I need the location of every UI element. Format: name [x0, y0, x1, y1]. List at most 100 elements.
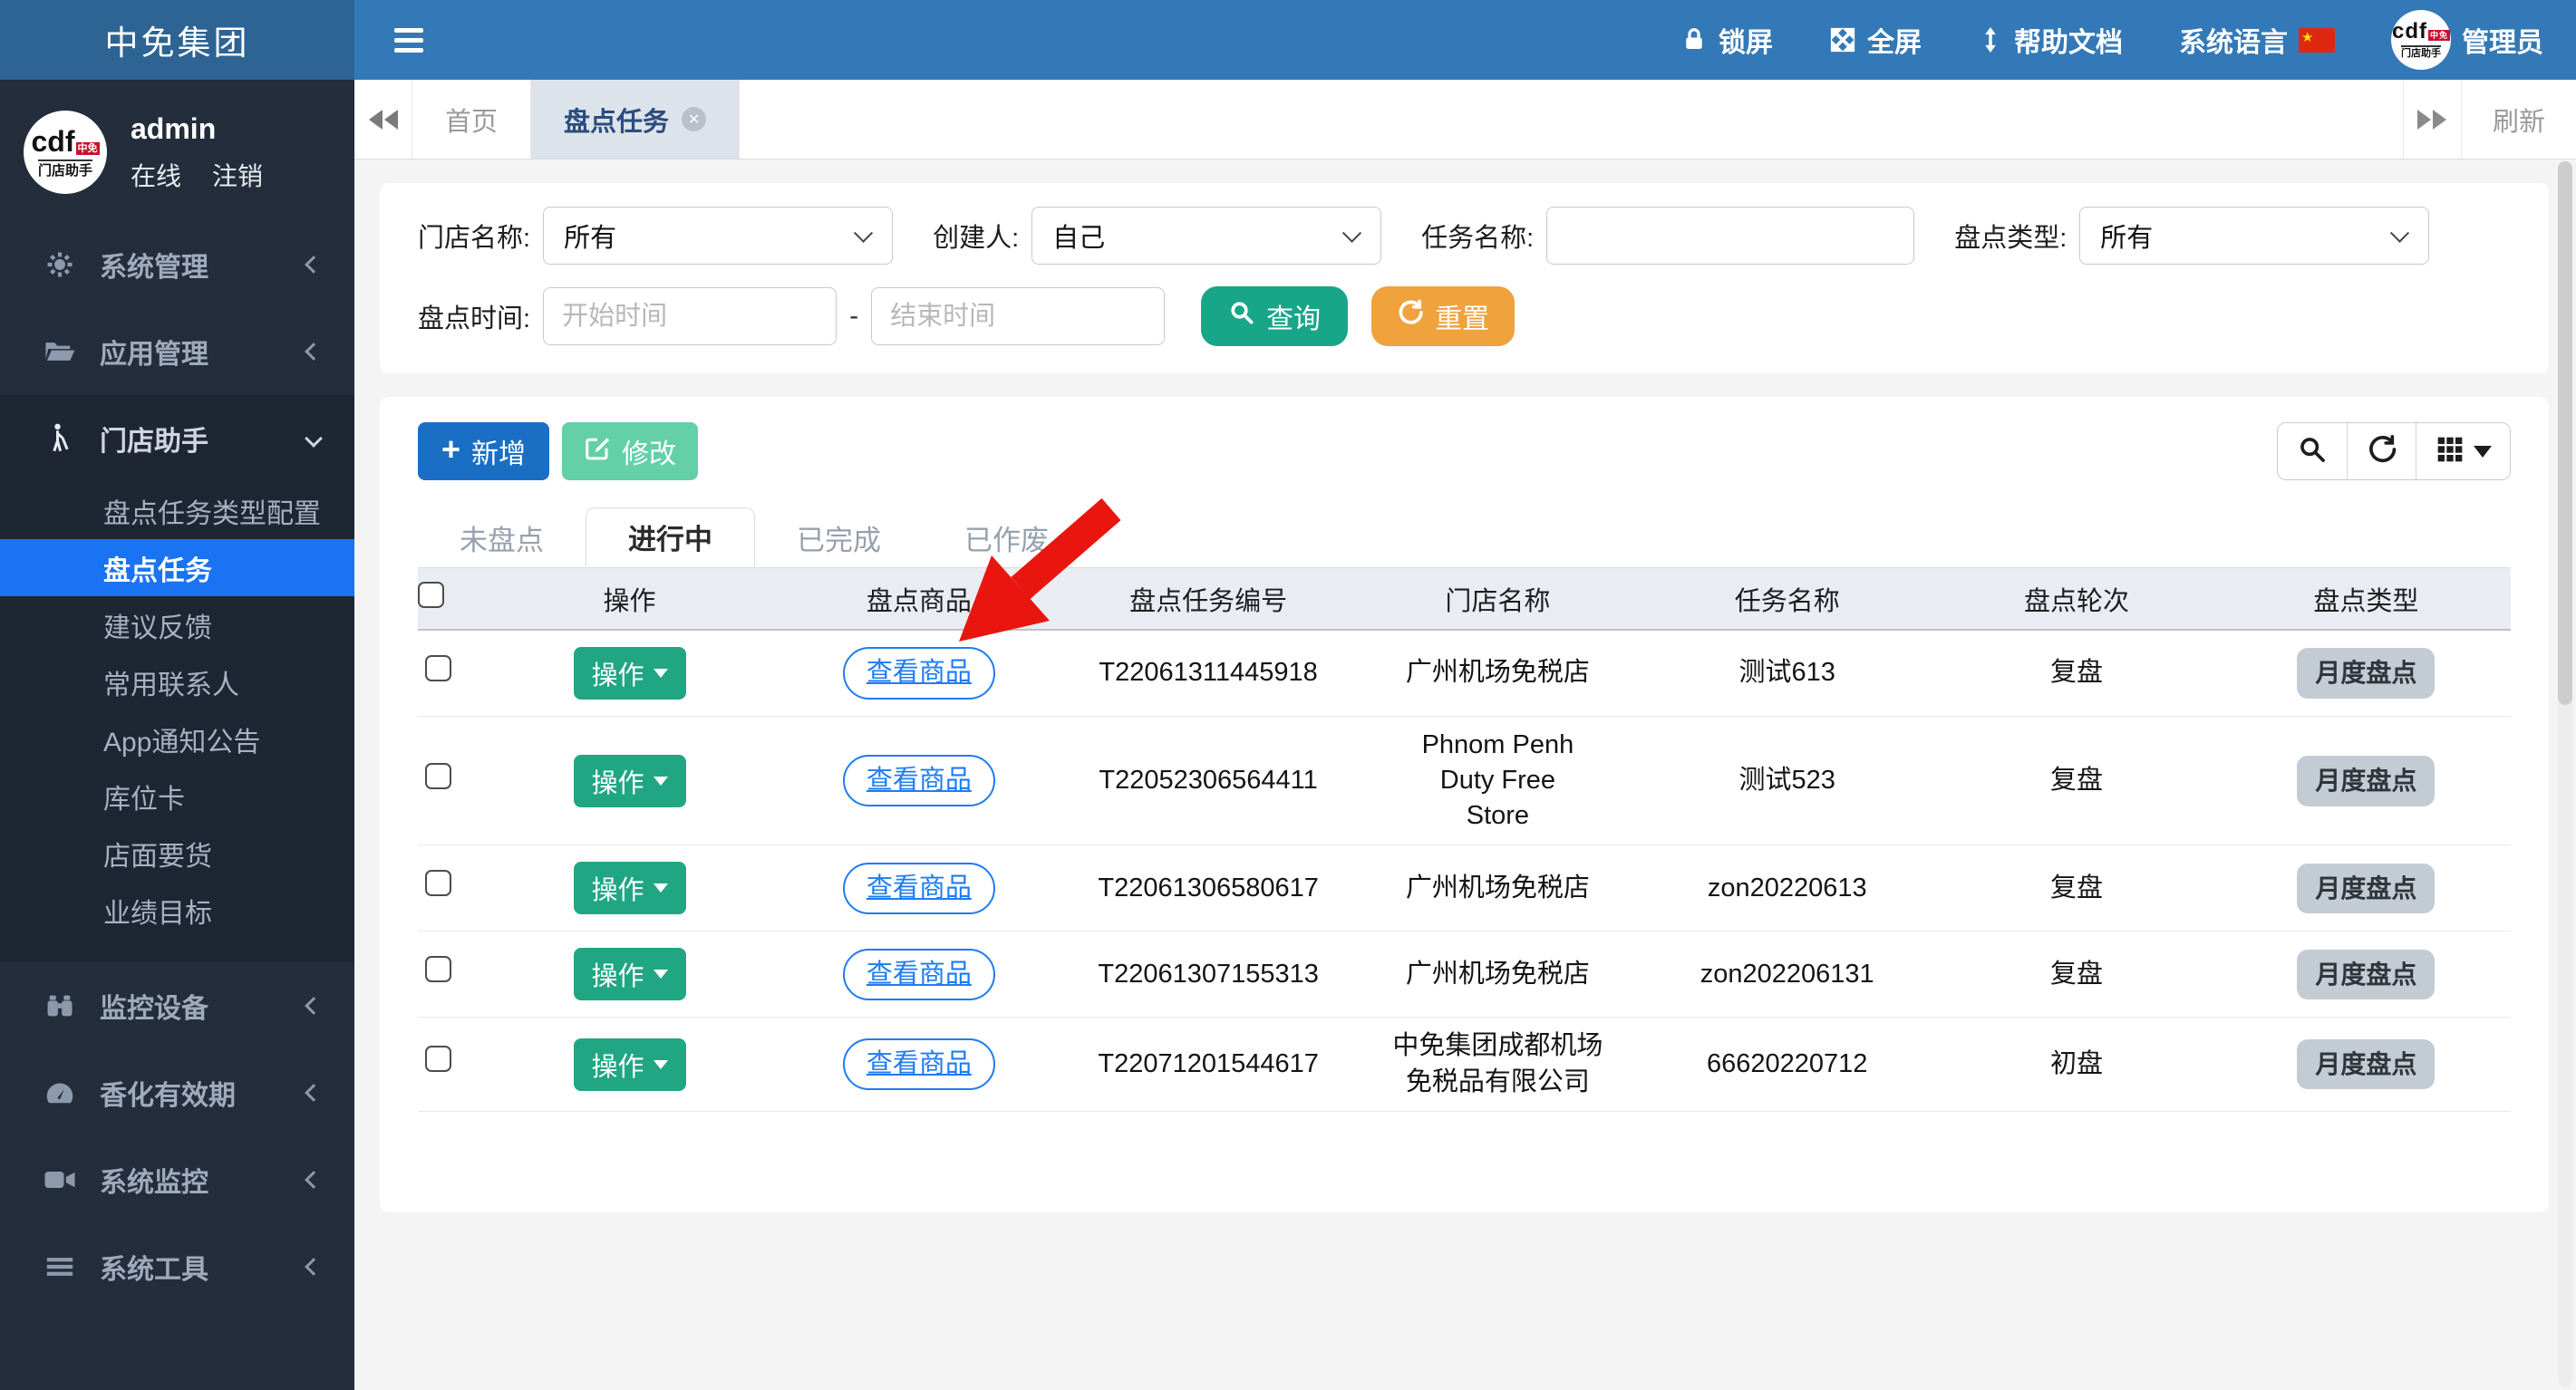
status-tab-completed[interactable]: 已完成: [755, 507, 923, 567]
caret-down-icon: [653, 776, 668, 786]
sidebar-item-system-monitor[interactable]: 系统监控: [0, 1136, 354, 1223]
end-time-input[interactable]: [871, 287, 1166, 345]
view-goods-link[interactable]: 查看商品: [842, 647, 995, 700]
creator-label: 创建人:: [933, 224, 1020, 253]
row-action-dropdown[interactable]: 操作: [573, 1038, 686, 1091]
sidebar-group-store-assistant: 门店助手 盘点任务类型配置 盘点任务 建议反馈 常用联系人 App通知公告 库位…: [0, 395, 354, 962]
user-menu[interactable]: cdf 中免 门店助手 管理员: [2391, 10, 2543, 70]
user-avatar[interactable]: cdf 中免 门店助手: [24, 111, 107, 194]
chevron-down-icon: [305, 430, 323, 448]
lock-screen-button[interactable]: 锁屏: [1680, 20, 1773, 60]
task-name-label: 任务名称:: [1421, 224, 1535, 253]
date-range-separator: -: [849, 301, 859, 331]
table-columns-button[interactable]: [2416, 423, 2510, 479]
inventory-type-select[interactable]: 所有: [2079, 207, 2430, 265]
video-camera-icon: [42, 1166, 78, 1193]
logout-link[interactable]: 注销: [212, 157, 263, 193]
caret-down-icon: [653, 669, 668, 678]
row-action-dropdown[interactable]: 操作: [573, 862, 686, 915]
start-time-input[interactable]: [543, 287, 838, 345]
table-search-button[interactable]: [2278, 423, 2347, 479]
status-tab-in-progress[interactable]: 进行中: [586, 507, 755, 567]
search-icon: [2297, 434, 2328, 469]
refresh-icon: [1397, 299, 1424, 333]
task-id-cell: T22061306580617: [1063, 845, 1353, 932]
table-panel: + 新增 修改 未盘点 进行中 已完成 已作废 操作 盘点商品 盘点任务编号 门…: [380, 397, 2549, 1212]
type-badge: 月度盘点: [2297, 863, 2436, 914]
sidebar-subitem-store-requisition[interactable]: 店面要货: [0, 825, 354, 882]
status-tab-voided[interactable]: 已作废: [923, 507, 1090, 567]
col-header-action: 操作: [484, 568, 775, 631]
inventory-time-label: 盘点时间:: [418, 304, 531, 333]
help-docs-button[interactable]: 帮助文档: [1978, 20, 2123, 60]
avatar: cdf 中免 门店助手: [2391, 10, 2451, 70]
tab-home[interactable]: 首页: [412, 80, 532, 159]
table-refresh-button[interactable]: [2347, 423, 2416, 479]
edit-pencil-icon: [584, 434, 611, 468]
sidebar-subitem-performance-target[interactable]: 业绩目标: [0, 882, 354, 939]
sidebar-item-system-management[interactable]: 系统管理: [0, 221, 354, 308]
sidebar-item-system-tools[interactable]: 系统工具: [0, 1223, 354, 1310]
sidebar-subitem-suggestion-feedback[interactable]: 建议反馈: [0, 596, 354, 653]
sidebar-item-store-assistant[interactable]: 门店助手: [0, 395, 354, 482]
close-icon[interactable]: ✕: [682, 107, 707, 131]
sidebar-subitem-bin-card[interactable]: 库位卡: [0, 767, 354, 825]
sidebar-subitem-task-type-config[interactable]: 盘点任务类型配置: [0, 482, 354, 539]
sidebar-subitem-inventory-task[interactable]: 盘点任务: [0, 539, 354, 596]
table-toolbar: + 新增 修改: [418, 422, 2511, 480]
view-goods-link[interactable]: 查看商品: [842, 948, 995, 1000]
page-tab-strip: 首页 盘点任务 ✕ 刷新: [354, 80, 2576, 159]
language-selector[interactable]: 系统语言: [2179, 20, 2335, 60]
row-checkbox[interactable]: [425, 956, 451, 983]
row-action-dropdown[interactable]: 操作: [573, 754, 686, 807]
fullscreen-button[interactable]: 全屏: [1829, 20, 1922, 60]
select-all-checkbox[interactable]: [418, 582, 444, 608]
row-checkbox[interactable]: [425, 870, 451, 897]
edit-button[interactable]: 修改: [562, 422, 699, 480]
china-flag-icon: [2299, 27, 2335, 53]
sidebar-item-app-management[interactable]: 应用管理: [0, 308, 354, 395]
top-bar: 中免集团 锁屏 全屏 帮助文档 系统语言 ★ cdf 中免 门店助手 管理员: [0, 0, 2576, 80]
gauge-icon: [42, 1079, 78, 1106]
tabs-scroll-right-button[interactable]: [2402, 80, 2461, 159]
row-action-dropdown[interactable]: 操作: [573, 948, 686, 1001]
creator-select[interactable]: 自己: [1031, 207, 1382, 265]
task-id-cell: T22061311445918: [1063, 630, 1353, 717]
table-row: 操作 查看商品 T22061311445918 广州机场免税店 测试613 复盘…: [418, 630, 2511, 717]
type-badge: 月度盘点: [2297, 1038, 2436, 1090]
table-row: 操作 查看商品 T22052306564411 Phnom Penh Duty …: [418, 716, 2511, 846]
sidebar-toggle-icon[interactable]: [394, 0, 423, 80]
reset-button[interactable]: 重置: [1371, 286, 1516, 346]
query-button[interactable]: 查询: [1201, 286, 1349, 346]
table-row: 操作 查看商品 T22071201544617 中免集团成都机场免税品有限公司 …: [418, 1017, 2511, 1112]
row-checkbox[interactable]: [425, 762, 451, 789]
sidebar-item-perfume-expiry[interactable]: 香化有效期: [0, 1049, 354, 1136]
caret-down-icon: [653, 883, 668, 893]
task-id-cell: T22061307155313: [1063, 931, 1353, 1018]
col-header-round: 盘点轮次: [1932, 568, 2222, 631]
row-checkbox[interactable]: [425, 654, 451, 681]
chevron-left-icon: [305, 1084, 323, 1102]
topbar-actions: 锁屏 全屏 帮助文档 系统语言 cdf中免 门店助手: [1680, 0, 2576, 80]
task-name-input[interactable]: [1546, 207, 1915, 265]
status-tab-not-counted[interactable]: 未盘点: [418, 507, 586, 567]
col-header-type: 盘点类型: [2221, 568, 2511, 631]
type-badge: 月度盘点: [2297, 648, 2436, 699]
sidebar-subitem-app-notice[interactable]: App通知公告: [0, 710, 354, 767]
tabs-scroll-left-button[interactable]: [354, 80, 412, 159]
scrollbar-thumb[interactable]: [2558, 161, 2572, 705]
type-badge: 月度盘点: [2297, 949, 2436, 1000]
add-button[interactable]: + 新增: [418, 422, 550, 480]
view-goods-link[interactable]: 查看商品: [842, 862, 995, 914]
view-goods-link[interactable]: 查看商品: [842, 1038, 995, 1091]
view-goods-link[interactable]: 查看商品: [842, 755, 995, 807]
row-checkbox[interactable]: [425, 1046, 451, 1073]
caret-down-icon: [653, 970, 668, 980]
store-name-select[interactable]: 所有: [543, 207, 894, 265]
sidebar-subitem-common-contacts[interactable]: 常用联系人: [0, 653, 354, 710]
round-cell: 复盘: [1932, 931, 2222, 1018]
tab-refresh-button[interactable]: 刷新: [2460, 80, 2576, 159]
sidebar-item-monitor-devices[interactable]: 监控设备: [0, 962, 354, 1049]
tab-inventory-task[interactable]: 盘点任务 ✕: [531, 80, 741, 159]
row-action-dropdown[interactable]: 操作: [573, 647, 686, 700]
